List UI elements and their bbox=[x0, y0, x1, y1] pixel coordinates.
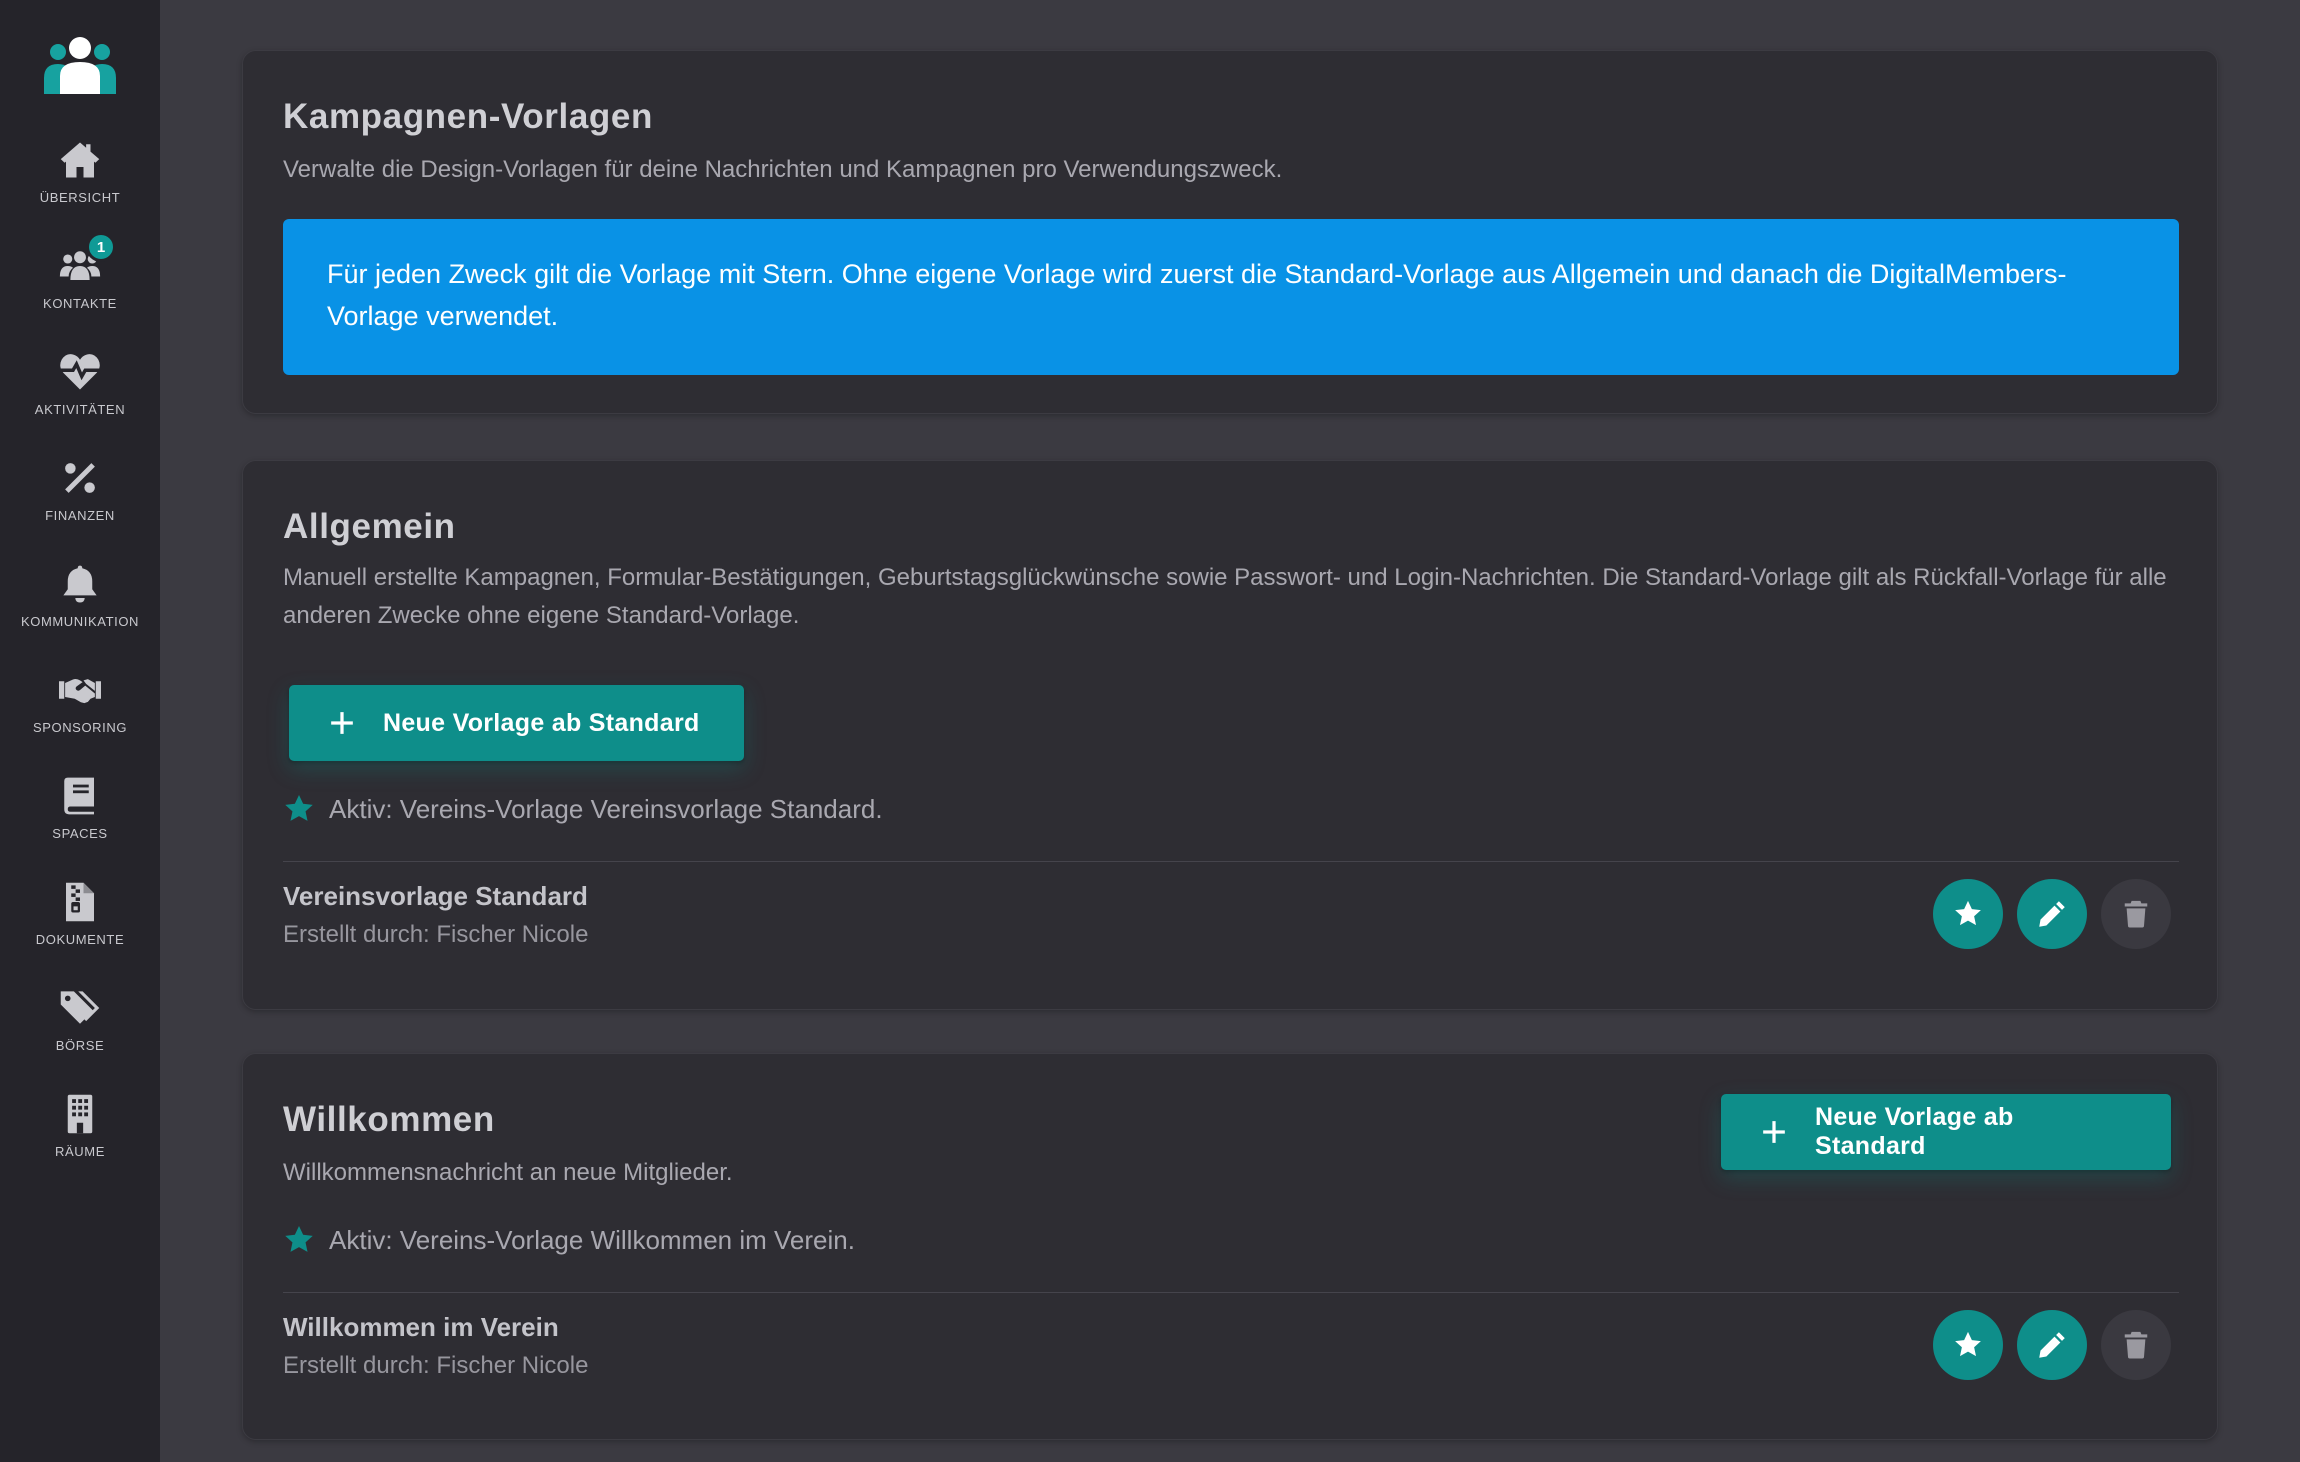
templates-header-card: Kampagnen-Vorlagen Verwalte die Design-V… bbox=[242, 50, 2218, 414]
sidebar-item-boerse[interactable]: BÖRSE bbox=[0, 986, 160, 1076]
sidebar-item-finanzen[interactable]: FINANZEN bbox=[0, 456, 160, 546]
sidebar-item-label: SPONSORING bbox=[32, 720, 128, 735]
sidebar-item-label: FINANZEN bbox=[45, 508, 115, 523]
heart-pulse-icon bbox=[58, 350, 102, 394]
delete-template-button[interactable] bbox=[2101, 1310, 2171, 1380]
sidebar-item-raeume[interactable]: RÄUME bbox=[0, 1092, 160, 1182]
section-willkommen: Willkommen Willkommensnachricht an neue … bbox=[242, 1053, 2218, 1440]
handshake-icon bbox=[58, 668, 102, 712]
template-author: Erstellt durch: Fischer Nicole bbox=[283, 921, 589, 948]
users-icon: 1 bbox=[58, 232, 116, 288]
sidebar-item-label: SPACES bbox=[52, 826, 108, 841]
people-group-icon[interactable] bbox=[44, 36, 116, 94]
app-root: ÜBERSICHT 1 KONTAKTE AKTIVITÄTEN FINANZE… bbox=[0, 0, 2300, 1462]
template-name: Vereinsvorlage Standard bbox=[283, 881, 588, 911]
section-description: Willkommensnachricht an neue Mitglieder. bbox=[283, 1159, 733, 1186]
edit-template-button[interactable] bbox=[2017, 1310, 2087, 1380]
active-template-indicator: Aktiv: Vereins-Vorlage Willkommen im Ver… bbox=[283, 1224, 855, 1256]
notification-badge: 1 bbox=[86, 232, 116, 262]
new-template-button-label: Neue Vorlage ab Standard bbox=[1815, 1103, 2014, 1160]
sidebar-item-spaces[interactable]: SPACES bbox=[0, 774, 160, 864]
plus-icon bbox=[329, 710, 355, 736]
active-template-text: Aktiv: Vereins-Vorlage Willkommen im Ver… bbox=[329, 1224, 855, 1255]
section-title: Allgemein bbox=[283, 507, 456, 546]
sidebar-item-label: KOMMUNIKATION bbox=[20, 614, 140, 629]
sidebar-item-label: DOKUMENTE bbox=[35, 932, 125, 947]
percent-icon bbox=[58, 456, 102, 500]
template-name: Willkommen im Verein bbox=[283, 1312, 559, 1342]
star-icon bbox=[1955, 900, 1981, 926]
divider bbox=[283, 1292, 2179, 1293]
sidebar-item-label: ÜBERSICHT bbox=[39, 190, 121, 205]
trash-icon bbox=[2124, 1331, 2148, 1359]
star-icon bbox=[1955, 1331, 1981, 1357]
delete-template-button[interactable] bbox=[2101, 879, 2171, 949]
set-default-button[interactable] bbox=[1933, 879, 2003, 949]
book-icon bbox=[58, 774, 102, 818]
sidebar-item-kommunikation[interactable]: KOMMUNIKATION bbox=[0, 562, 160, 652]
active-template-text: Aktiv: Vereins-Vorlage Vereinsvorlage St… bbox=[329, 793, 883, 824]
sidebar-item-label: KONTAKTE bbox=[43, 296, 117, 311]
pencil-icon bbox=[2039, 1332, 2065, 1358]
sidebar-item-label: AKTIVITÄTEN bbox=[34, 402, 126, 417]
sidebar-item-label: BÖRSE bbox=[55, 1038, 105, 1053]
info-alert: Für jeden Zweck gilt die Vorlage mit Ste… bbox=[283, 219, 2179, 375]
sidebar-item-aktivitaeten[interactable]: AKTIVITÄTEN bbox=[0, 350, 160, 440]
plus-icon bbox=[1761, 1119, 1787, 1145]
sidebar-item-label: RÄUME bbox=[55, 1144, 105, 1159]
home-icon bbox=[58, 138, 102, 182]
template-author: Erstellt durch: Fischer Nicole bbox=[283, 1352, 589, 1379]
trash-icon bbox=[2124, 900, 2148, 928]
sidebar: ÜBERSICHT 1 KONTAKTE AKTIVITÄTEN FINANZE… bbox=[0, 0, 160, 1462]
sidebar-item-kontakte[interactable]: 1 KONTAKTE bbox=[0, 232, 160, 334]
tags-icon bbox=[58, 986, 102, 1030]
star-icon bbox=[283, 1224, 315, 1256]
new-template-button[interactable]: Neue Vorlage ab Standard bbox=[289, 685, 744, 761]
active-template-indicator: Aktiv: Vereins-Vorlage Vereinsvorlage St… bbox=[283, 793, 883, 825]
section-description: Manuell erstellte Kampagnen, Formular-Be… bbox=[283, 564, 2167, 629]
section-allgemein: Allgemein Manuell erstellte Kampagnen, F… bbox=[242, 460, 2218, 1010]
sidebar-item-sponsoring[interactable]: SPONSORING bbox=[0, 668, 160, 758]
pencil-icon bbox=[2039, 901, 2065, 927]
page-description: Verwalte die Design-Vorlagen für deine N… bbox=[283, 156, 1283, 183]
page-title: Kampagnen-Vorlagen bbox=[283, 97, 653, 136]
new-template-button[interactable]: Neue Vorlage ab Standard bbox=[1721, 1094, 2171, 1170]
bell-icon bbox=[58, 562, 102, 606]
star-icon bbox=[283, 793, 315, 825]
sidebar-item-dokumente[interactable]: DOKUMENTE bbox=[0, 880, 160, 970]
divider bbox=[283, 861, 2179, 862]
new-template-button-label: Neue Vorlage ab Standard bbox=[383, 708, 700, 737]
set-default-button[interactable] bbox=[1933, 1310, 2003, 1380]
file-zipper-icon bbox=[58, 880, 102, 924]
building-icon bbox=[58, 1092, 102, 1136]
edit-template-button[interactable] bbox=[2017, 879, 2087, 949]
section-title: Willkommen bbox=[283, 1100, 495, 1139]
sidebar-item-uebersicht[interactable]: ÜBERSICHT bbox=[0, 138, 160, 228]
